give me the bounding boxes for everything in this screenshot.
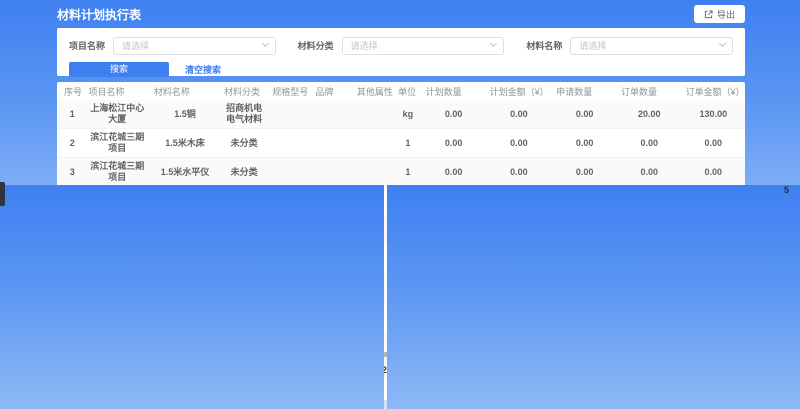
table-header-cell: 序号	[57, 82, 85, 100]
table-cell: 0.00	[552, 100, 617, 129]
table-cell: kg	[394, 100, 422, 129]
filter-group-category: 材料分类	[298, 36, 505, 55]
table-row: 1上海松江中心大厦1.5铜招商机电 电气材料kg0.000.000.0020.0…	[57, 100, 745, 129]
table-row: 2滨江花城三期项目1.5米木床未分类10.000.000.000.000.00	[57, 129, 745, 158]
table-header-cell: 品牌	[312, 82, 353, 100]
filter-buttons-row: 搜索 清空搜索	[69, 62, 733, 77]
filter-row: 项目名称 材料分类 材料名称	[69, 36, 733, 55]
clear-search-link[interactable]: 清空搜索	[185, 63, 221, 76]
project-name-select[interactable]	[113, 36, 276, 55]
table-cell: 上海松江中心大厦	[85, 100, 150, 129]
table-header-cell: 材料名称	[150, 82, 220, 100]
table-cell	[312, 100, 353, 129]
export-label: 导出	[717, 8, 735, 21]
table-cell: 1.5铜	[150, 100, 220, 129]
table-cell	[268, 100, 311, 129]
table-header-cell: 项目名称	[85, 82, 150, 100]
export-button[interactable]: 导出	[694, 5, 745, 23]
table-header-cell: 订单金额（¥）	[682, 82, 745, 100]
table-cell: 20.00	[617, 100, 682, 129]
table-cell: 0.00	[422, 100, 486, 129]
material-name-select[interactable]	[570, 36, 733, 55]
table-header-cell: 单位	[394, 82, 422, 100]
project-name-label: 项目名称	[69, 39, 105, 52]
table-header-cell: 计划数量	[422, 82, 486, 100]
table-cell: 1.5米木床	[150, 129, 220, 158]
table-cell: 1	[57, 100, 85, 129]
material-category-label: 材料分类	[298, 39, 334, 52]
filter-group-project: 项目名称	[69, 36, 276, 55]
table-cell: 未分类	[220, 158, 268, 187]
table-cell: 2	[57, 129, 85, 158]
table-header-cell: 其他属性	[353, 82, 394, 100]
table-cell: 130.00	[682, 100, 745, 129]
table-cell: 3	[57, 158, 85, 187]
table-header-cell: 规格型号	[268, 82, 311, 100]
table-header-row: 序号项目名称材料名称材料分类规格型号品牌其他属性单位计划数量计划金额（¥）申请数…	[57, 82, 745, 100]
filter-group-material: 材料名称	[526, 36, 733, 55]
table-cell: 1.5米水平仪	[150, 158, 220, 187]
table-cell: 1	[394, 129, 422, 158]
page-button-5[interactable]: 5	[387, 185, 800, 409]
drawer-handle[interactable]	[0, 182, 5, 206]
export-icon	[704, 10, 713, 19]
table-cell: 0.00	[617, 129, 682, 158]
table-row: 3滨江花城三期项目1.5米水平仪未分类10.000.000.000.000.00	[57, 158, 745, 187]
material-name-input[interactable]	[570, 37, 733, 55]
table-cell	[353, 158, 394, 187]
table-cell: 0.00	[552, 158, 617, 187]
table-cell	[268, 129, 311, 158]
table-cell: 0.00	[422, 158, 486, 187]
table-cell: 0.00	[486, 100, 553, 129]
table-cell	[353, 100, 394, 129]
table-cell: 滨江花城三期项目	[85, 158, 150, 187]
top-bar: 材料计划执行表 导出	[57, 0, 745, 28]
table-cell: 0.00	[552, 129, 617, 158]
table-panel: 序号项目名称材料名称材料分类规格型号品牌其他属性单位计划数量计划金额（¥）申请数…	[57, 82, 745, 400]
search-button[interactable]: 搜索	[69, 62, 169, 77]
page-background: 材料计划执行表 导出 项目名称 材料分类	[0, 0, 800, 409]
table-header-cell: 计划金额（¥）	[486, 82, 553, 100]
table-header-cell: 材料分类	[220, 82, 268, 100]
material-category-select[interactable]	[342, 36, 505, 55]
project-name-input[interactable]	[113, 37, 276, 55]
table-cell: 0.00	[486, 129, 553, 158]
table-cell	[312, 129, 353, 158]
table-cell: 未分类	[220, 129, 268, 158]
table-cell: 0.00	[682, 158, 745, 187]
table-cell: 0.00	[617, 158, 682, 187]
table-cell: 0.00	[486, 158, 553, 187]
table-cell: 1	[394, 158, 422, 187]
table-cell	[353, 129, 394, 158]
page-title: 材料计划执行表	[57, 6, 141, 23]
table-cell: 招商机电 电气材料	[220, 100, 268, 129]
table-cell	[312, 158, 353, 187]
filter-panel: 项目名称 材料分类 材料名称	[57, 28, 745, 76]
material-name-label: 材料名称	[526, 39, 562, 52]
page-button-4[interactable]: 4	[0, 185, 384, 409]
page-list: 123456...84	[0, 185, 800, 409]
table-header-cell: 订单数量	[617, 82, 682, 100]
table-header-cell: 申请数量	[552, 82, 617, 100]
table-cell	[268, 158, 311, 187]
pagination: 共 1673 条 123456...84 前往 页	[57, 379, 745, 400]
table-cell: 0.00	[422, 129, 486, 158]
table-cell: 0.00	[682, 129, 745, 158]
material-category-input[interactable]	[342, 37, 505, 55]
table-cell: 滨江花城三期项目	[85, 129, 150, 158]
